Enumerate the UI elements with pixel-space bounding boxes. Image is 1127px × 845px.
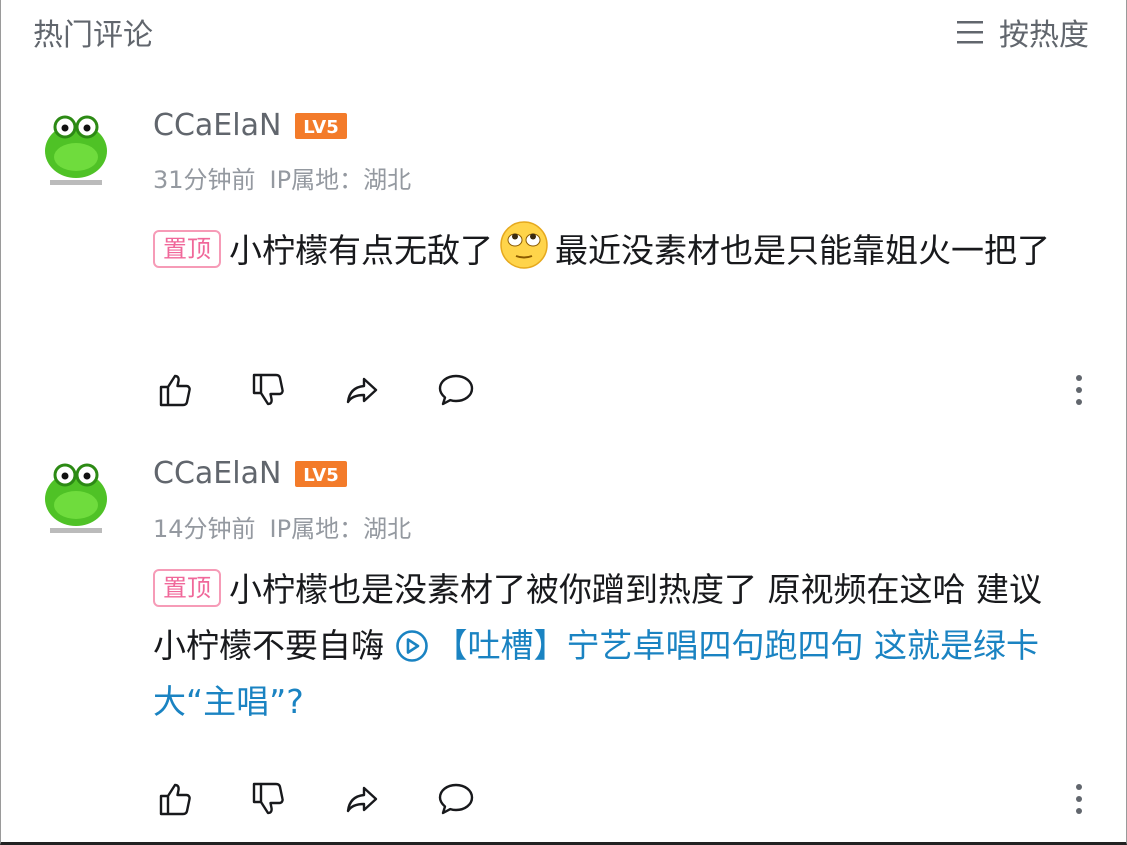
comment-bubble-icon [438, 783, 474, 815]
pinned-badge: 置顶 [153, 230, 221, 268]
section-title: 热门评论 [33, 18, 153, 53]
svg-text:LV5: LV5 [304, 465, 339, 486]
thumbs-up-icon [159, 783, 191, 816]
username[interactable]: CCaElaN [153, 108, 281, 143]
pinned-badge: 置顶 [153, 569, 221, 607]
share-button[interactable] [342, 370, 382, 410]
ip-location: IP属地：湖北 [269, 166, 412, 194]
share-button[interactable] [342, 779, 382, 819]
svg-text:LV5: LV5 [304, 117, 339, 138]
comment-text-cont: 最近没素材也是只能靠姐火一把了 [555, 231, 1050, 270]
avatar[interactable] [38, 455, 114, 535]
ip-location: IP属地：湖北 [269, 515, 412, 543]
reply-button[interactable] [436, 779, 476, 819]
comments-header: 热门评论 按热度 [33, 10, 1089, 54]
comment-time: 14分钟前 [153, 515, 256, 543]
avatar[interactable] [38, 107, 114, 187]
dislike-button[interactable] [248, 370, 288, 410]
username[interactable]: CCaElaN [153, 456, 281, 491]
comment-actions [155, 370, 1089, 410]
thumbs-down-icon [252, 373, 284, 406]
like-button[interactable] [155, 779, 195, 819]
sort-label: 按热度 [999, 18, 1089, 53]
thumbs-down-icon [252, 782, 284, 815]
level-badge: LV5 [295, 460, 348, 487]
thumbs-up-icon [159, 374, 191, 407]
sort-menu-icon [957, 21, 983, 44]
comment-content: 置顶 小柠檬有点无敌了 最近没素材也是只能靠姐火一把了 [153, 220, 1073, 279]
play-circle-icon [395, 630, 428, 662]
like-button[interactable] [155, 370, 195, 410]
comment-bubble-icon [438, 374, 474, 406]
more-options-icon[interactable] [1069, 370, 1089, 410]
level-badge: LV5 [295, 112, 348, 139]
reply-button[interactable] [436, 370, 476, 410]
more-options-icon[interactable] [1069, 779, 1089, 819]
comment-text: 小柠檬有点无敌了 [229, 231, 493, 270]
sort-button[interactable]: 按热度 [955, 10, 1089, 54]
share-icon [346, 786, 378, 813]
share-icon [346, 377, 378, 404]
comment-time: 31分钟前 [153, 166, 256, 194]
eye-roll-emoji-icon [500, 221, 548, 269]
dislike-button[interactable] [248, 779, 288, 819]
comment-content: 置顶 小柠檬也是没素材了被你蹭到热度了 原视频在这哈 建议小柠檬不要自嗨 【吐槽】… [153, 562, 1073, 730]
comment-actions [155, 779, 1089, 819]
